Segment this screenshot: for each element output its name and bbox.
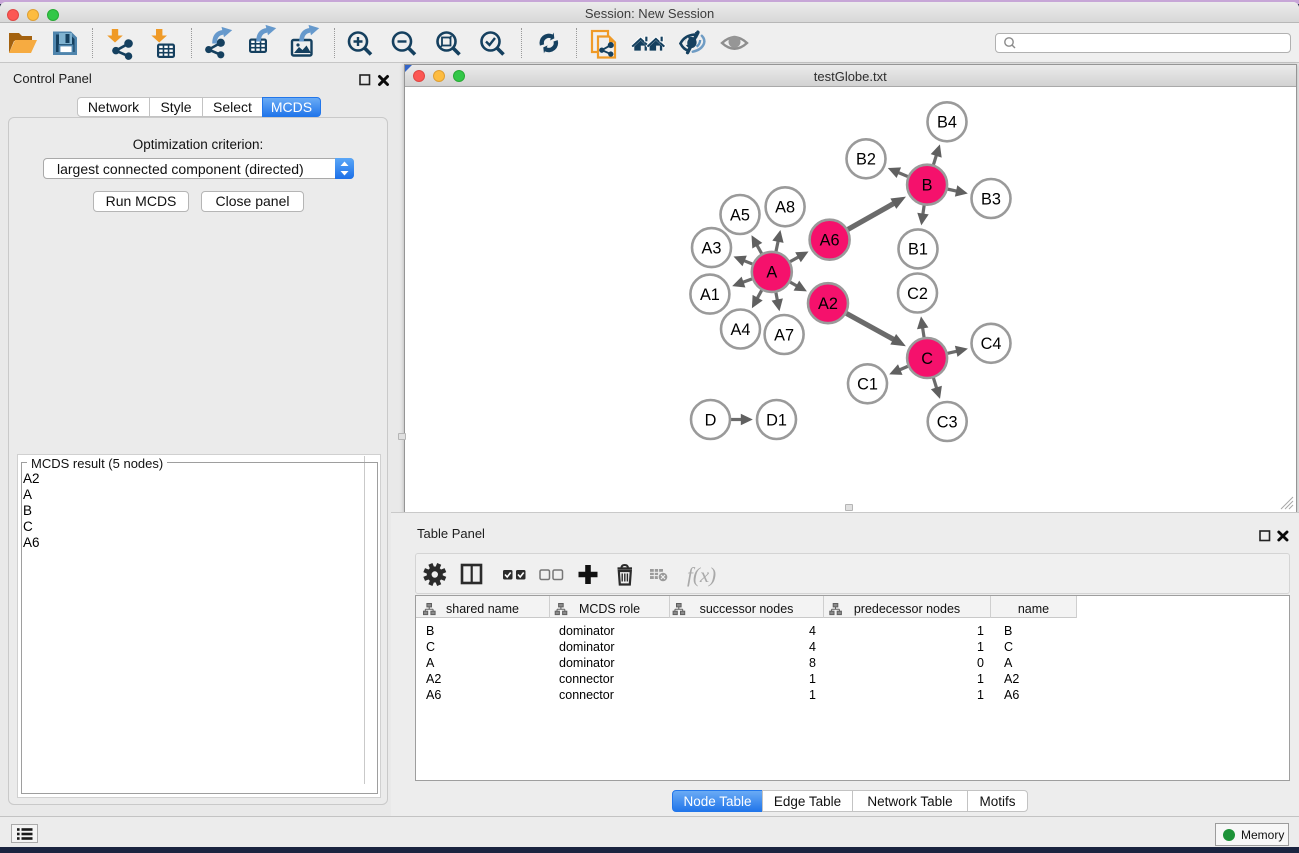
svg-text:A3: A3 bbox=[702, 239, 722, 257]
svg-text:A7: A7 bbox=[774, 326, 794, 344]
svg-text:B2: B2 bbox=[856, 151, 876, 169]
svg-text:B: B bbox=[922, 177, 933, 195]
svg-text:C2: C2 bbox=[907, 285, 928, 303]
svg-text:A1: A1 bbox=[700, 286, 720, 304]
svg-text:A2: A2 bbox=[818, 295, 838, 313]
svg-text:A6: A6 bbox=[820, 232, 840, 250]
svg-text:D: D bbox=[705, 411, 717, 429]
svg-text:f(x): f(x) bbox=[687, 563, 716, 587]
svg-text:C: C bbox=[921, 350, 933, 368]
svg-text:A5: A5 bbox=[730, 206, 750, 224]
svg-text:A8: A8 bbox=[775, 199, 795, 217]
svg-text:A: A bbox=[766, 264, 777, 282]
svg-text:B1: B1 bbox=[908, 241, 928, 259]
svg-text:C4: C4 bbox=[981, 335, 1002, 353]
svg-text:C3: C3 bbox=[937, 413, 958, 431]
svg-text:C1: C1 bbox=[857, 376, 878, 394]
svg-text:B3: B3 bbox=[981, 190, 1001, 208]
svg-text:D1: D1 bbox=[766, 411, 787, 429]
svg-text:A4: A4 bbox=[731, 321, 751, 339]
svg-text:B4: B4 bbox=[937, 114, 957, 132]
